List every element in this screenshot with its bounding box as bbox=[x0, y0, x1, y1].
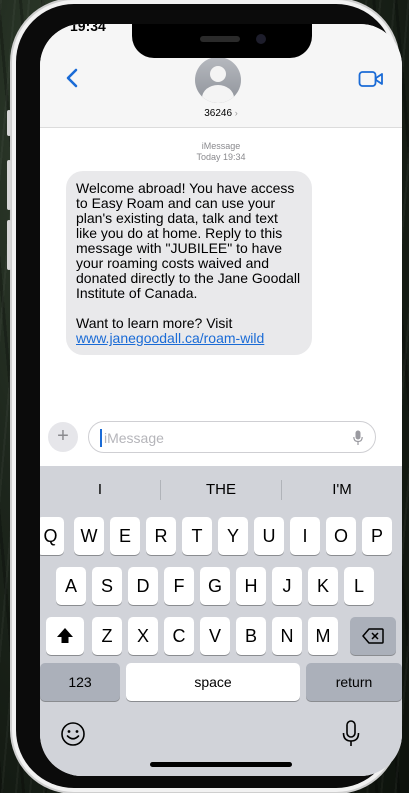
volume-down-button bbox=[7, 220, 11, 270]
mic-icon[interactable] bbox=[353, 430, 363, 446]
message-line: Welcome abroad! You have access bbox=[76, 180, 295, 196]
timestamp: Today 19:34 bbox=[196, 152, 246, 162]
contact-name[interactable]: 36246 › bbox=[40, 108, 402, 119]
emoji-icon[interactable] bbox=[60, 721, 86, 747]
contact-number: 36246 bbox=[204, 108, 233, 119]
key-t[interactable]: T bbox=[182, 517, 212, 555]
message-link[interactable]: www.janegoodall.ca/roam-wild bbox=[76, 331, 302, 346]
notch bbox=[132, 24, 312, 58]
service-label: iMessage bbox=[201, 141, 241, 151]
text-caret bbox=[100, 429, 102, 447]
key-q[interactable]: Q bbox=[40, 517, 64, 555]
message-line: like you do at home. Reply to this bbox=[76, 225, 283, 241]
front-camera bbox=[256, 34, 266, 44]
key-x[interactable]: X bbox=[128, 617, 158, 655]
chevron-right-icon: › bbox=[234, 108, 238, 118]
shift-key[interactable] bbox=[46, 617, 84, 655]
shift-icon bbox=[57, 628, 73, 643]
key-f[interactable]: F bbox=[164, 567, 194, 605]
key-j[interactable]: J bbox=[272, 567, 302, 605]
status-time: 19:34 bbox=[70, 24, 106, 34]
key-c[interactable]: C bbox=[164, 617, 194, 655]
plus-icon[interactable]: + bbox=[48, 422, 78, 452]
key-v[interactable]: V bbox=[200, 617, 230, 655]
key-b[interactable]: B bbox=[236, 617, 266, 655]
message-input[interactable]: iMessage bbox=[88, 421, 376, 453]
key-y[interactable]: Y bbox=[218, 517, 248, 555]
thread-meta: iMessage Today 19:34 bbox=[40, 141, 402, 163]
key-i[interactable]: I bbox=[290, 517, 320, 555]
key-h[interactable]: H bbox=[236, 567, 266, 605]
suggestion-bar: I THE I'M bbox=[40, 478, 402, 502]
key-r[interactable]: R bbox=[146, 517, 176, 555]
delete-icon bbox=[362, 628, 384, 644]
key-l[interactable]: L bbox=[344, 567, 374, 605]
mute-switch bbox=[7, 110, 11, 136]
dictation-icon[interactable] bbox=[342, 720, 360, 748]
back-icon[interactable] bbox=[64, 68, 80, 88]
key-k[interactable]: K bbox=[308, 567, 338, 605]
speaker-grille bbox=[200, 36, 240, 42]
suggestion-item[interactable]: I'M bbox=[282, 478, 402, 502]
numbers-key[interactable]: 123 bbox=[40, 663, 120, 701]
home-indicator bbox=[150, 762, 292, 767]
suggestion-item[interactable]: I bbox=[40, 478, 160, 502]
key-n[interactable]: N bbox=[272, 617, 302, 655]
message-placeholder: iMessage bbox=[104, 430, 164, 446]
key-z[interactable]: Z bbox=[92, 617, 122, 655]
key-u[interactable]: U bbox=[254, 517, 284, 555]
key-o[interactable]: O bbox=[326, 517, 356, 555]
key-s[interactable]: S bbox=[92, 567, 122, 605]
composer: + iMessage bbox=[40, 420, 402, 456]
message-line: message with "JUBILEE" to have bbox=[76, 240, 283, 256]
phone-frame: 19:34 36246 › iMessage Today 19:34 Welco… bbox=[7, 4, 402, 788]
message-line: your roaming costs waived and bbox=[76, 255, 269, 271]
key-d[interactable]: D bbox=[128, 567, 158, 605]
message-followup: Want to learn more? Visit bbox=[76, 315, 233, 331]
return-key[interactable]: return bbox=[306, 663, 402, 701]
keyboard: I THE I'M Q W E R T Y U I O P A S D F G … bbox=[40, 466, 402, 776]
key-m[interactable]: M bbox=[308, 617, 338, 655]
avatar-body-shape bbox=[202, 85, 234, 103]
key-w[interactable]: W bbox=[74, 517, 104, 555]
key-g[interactable]: G bbox=[200, 567, 230, 605]
message-line: donated directly to the Jane Goodall bbox=[76, 270, 301, 286]
video-icon[interactable] bbox=[358, 70, 384, 88]
message-line: plan's existing data, talk and text bbox=[76, 210, 278, 226]
avatar[interactable] bbox=[195, 57, 241, 103]
message-line: Institute of Canada. bbox=[76, 285, 198, 301]
volume-up-button bbox=[7, 160, 11, 210]
message-bubble[interactable]: Welcome abroad! You have access to Easy … bbox=[66, 171, 312, 355]
key-p[interactable]: P bbox=[362, 517, 392, 555]
key-e[interactable]: E bbox=[110, 517, 140, 555]
delete-key[interactable] bbox=[350, 617, 396, 655]
phone-screen: 19:34 36246 › iMessage Today 19:34 Welco… bbox=[40, 24, 402, 776]
suggestion-item[interactable]: THE bbox=[161, 478, 281, 502]
message-line: to Easy Roam and can use your bbox=[76, 195, 276, 211]
avatar-head-shape bbox=[210, 66, 226, 82]
key-a[interactable]: A bbox=[56, 567, 86, 605]
space-key[interactable]: space bbox=[126, 663, 300, 701]
